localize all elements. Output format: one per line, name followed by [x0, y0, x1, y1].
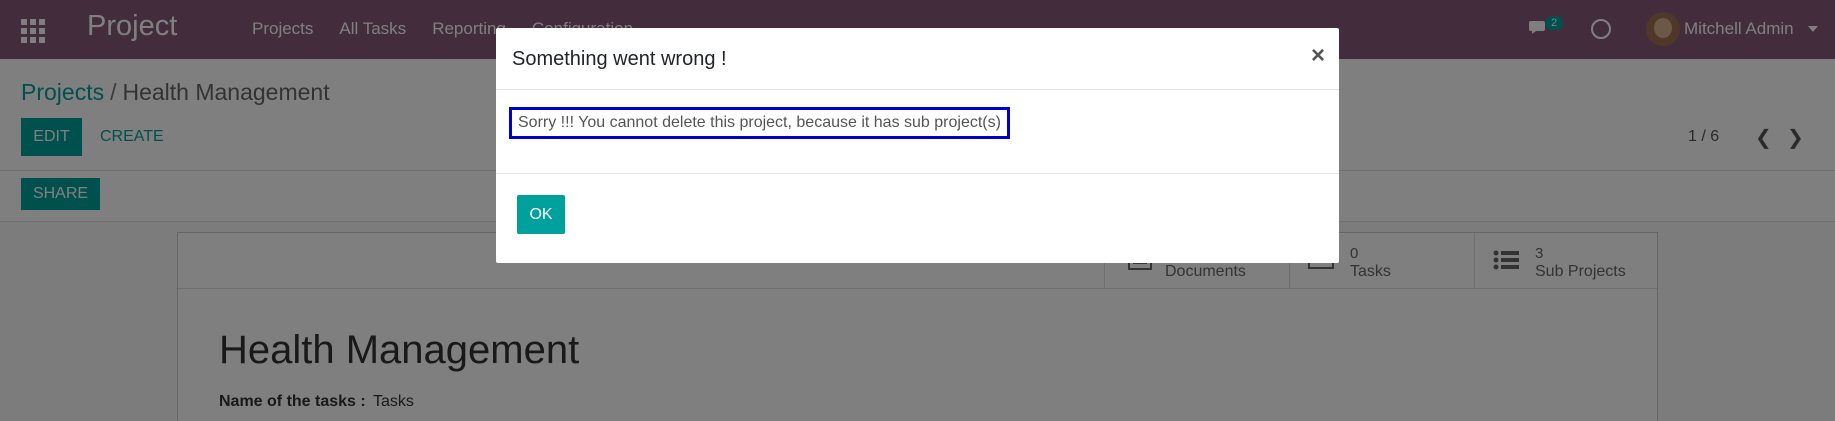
error-dialog: Something went wrong ! × Sorry !!! You c… [496, 28, 1339, 263]
error-message: Sorry !!! You cannot delete this project… [509, 107, 1010, 139]
dialog-title: Something went wrong ! [512, 48, 727, 70]
close-icon[interactable]: × [1311, 42, 1325, 70]
ok-button[interactable]: OK [517, 195, 565, 234]
dialog-body: Sorry !!! You cannot delete this project… [496, 90, 1339, 174]
dialog-header: Something went wrong ! × [496, 28, 1339, 90]
